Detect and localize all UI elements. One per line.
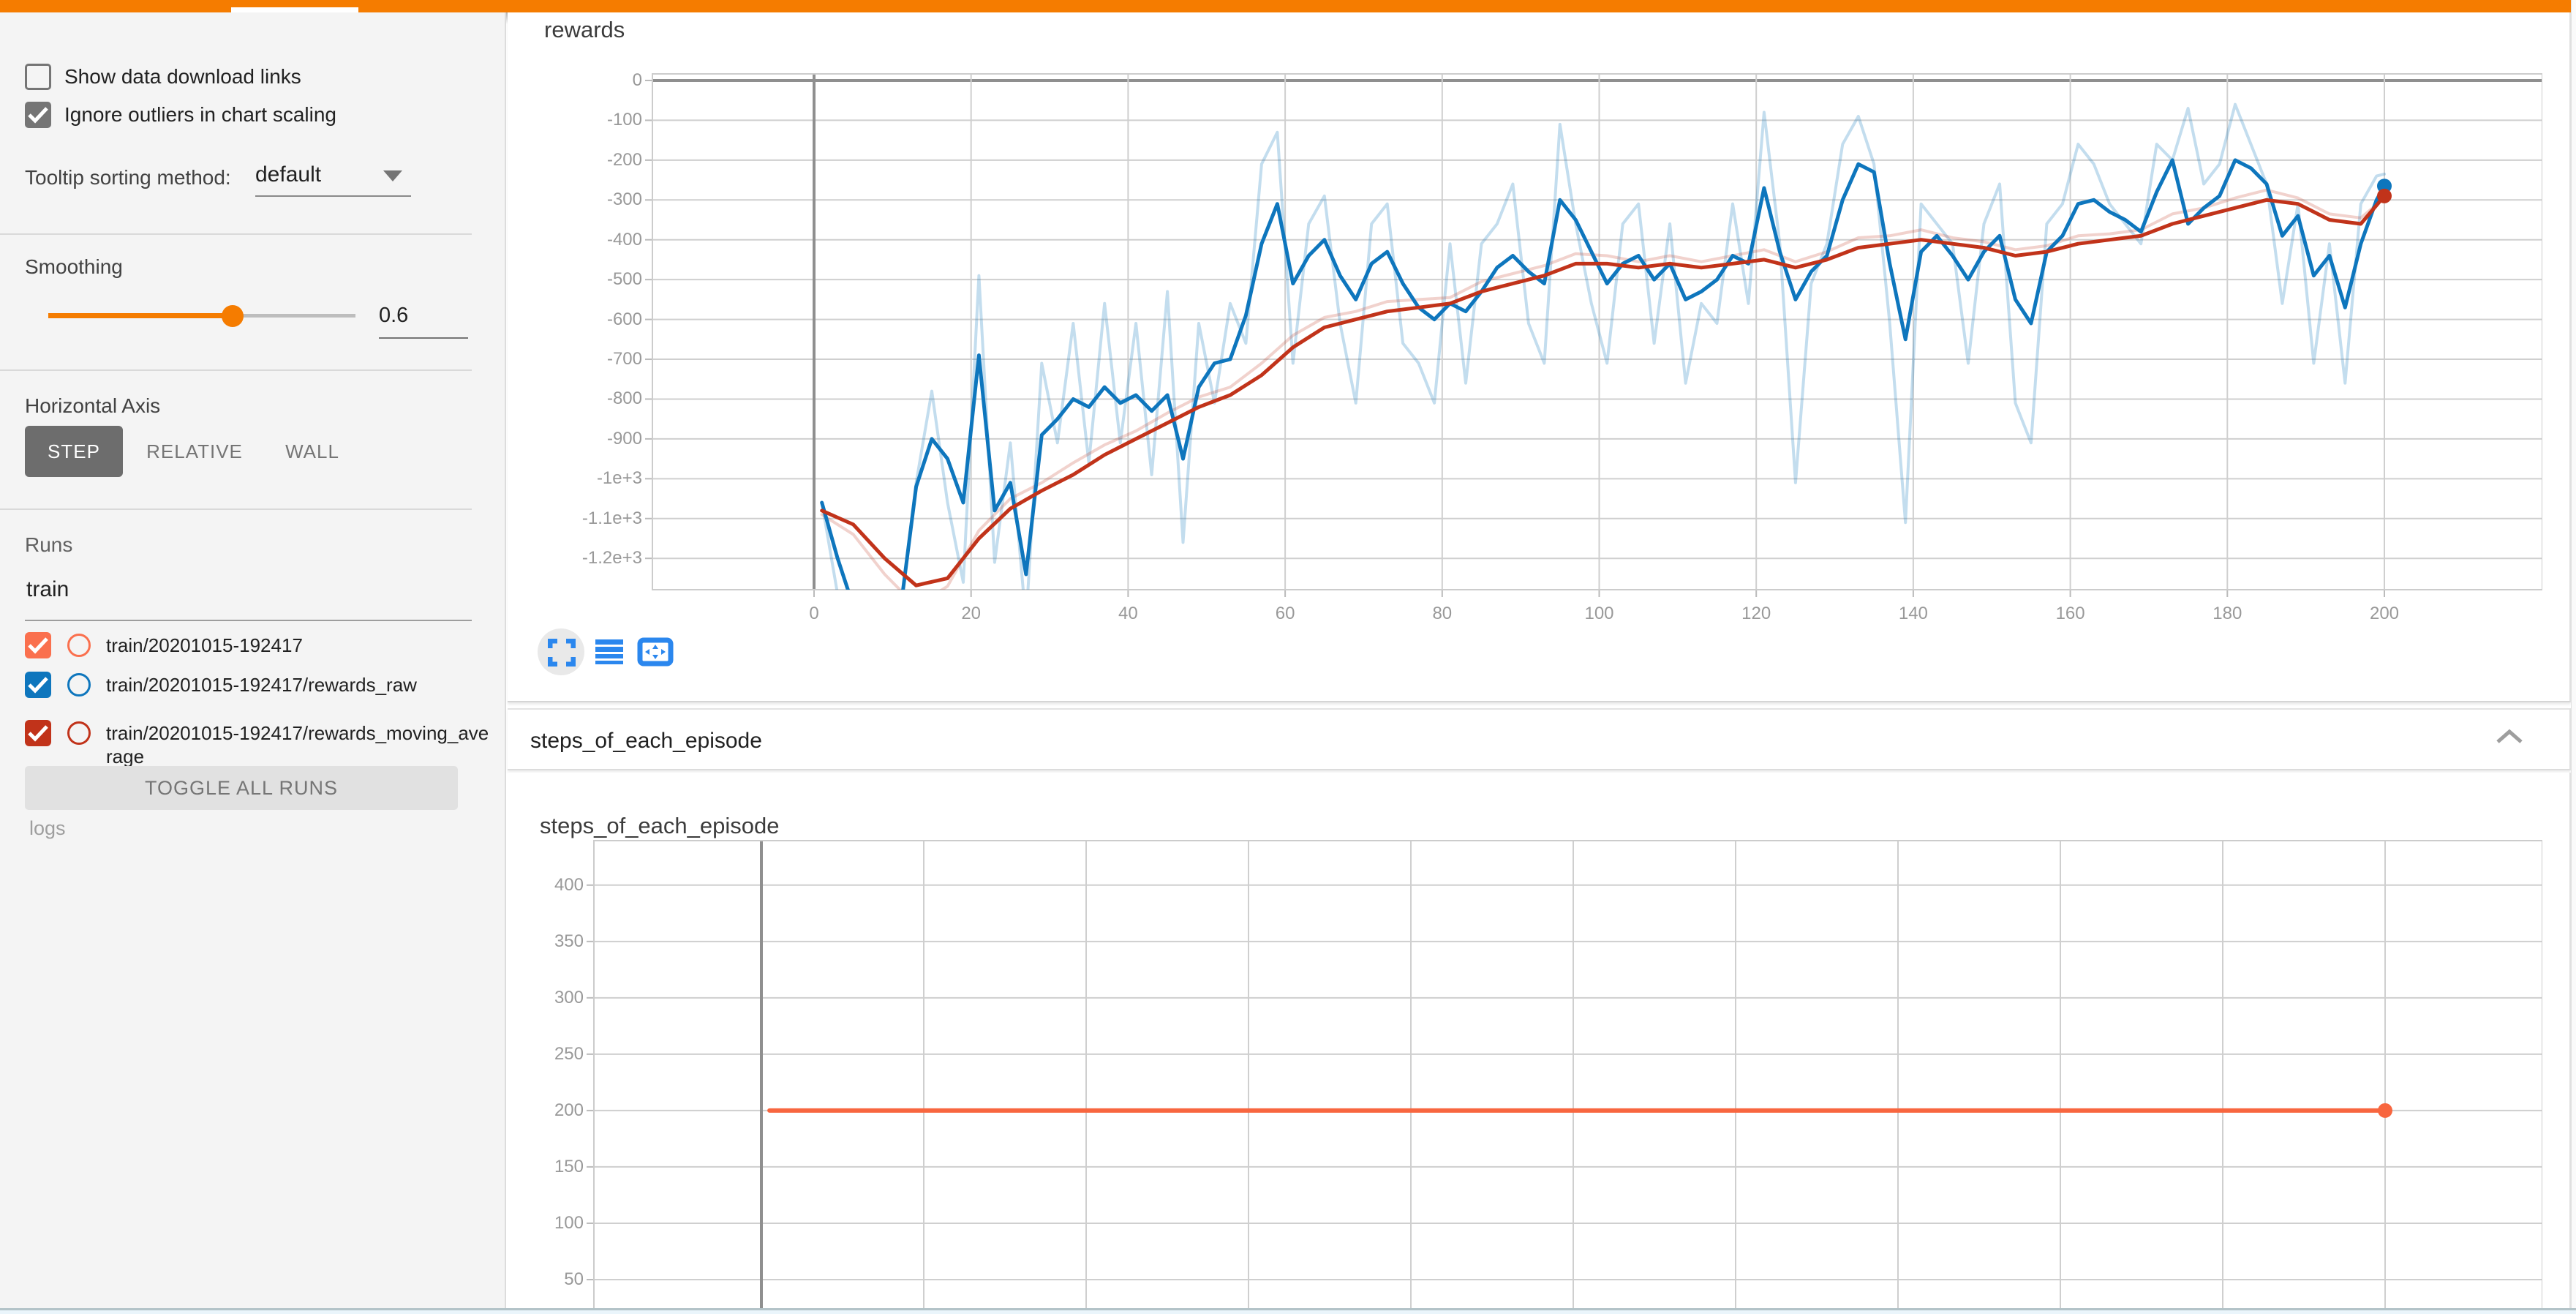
steps-chart-plot[interactable]: [585, 840, 2542, 1314]
expand-card-icon[interactable]: [548, 639, 576, 667]
steps-y-tick-label: 50: [489, 1269, 584, 1291]
steps-chart-title: steps_of_each_episode: [540, 813, 779, 839]
steps-y-tick-label: 100: [489, 1212, 584, 1234]
steps-y-tick-label: 350: [489, 931, 584, 953]
top-app-bar: [0, 0, 2571, 12]
rewards-y-tick-label: -1e+3: [547, 468, 642, 489]
ignore-outliers-checkbox[interactable]: [25, 102, 51, 128]
axis-step-button[interactable]: STEP: [25, 426, 123, 477]
rewards-x-tick-label: 160: [2034, 603, 2107, 625]
rewards-y-tick-label: -1.1e+3: [547, 508, 642, 530]
run-checkbox[interactable]: [25, 672, 51, 698]
axis-relative-button[interactable]: RELATIVE: [143, 426, 246, 477]
section-title: steps_of_each_episode: [530, 729, 762, 754]
smoothing-label: Smoothing: [25, 255, 123, 279]
rewards-y-tick-label: -1.2e+3: [547, 547, 642, 569]
checkmark-icon: [27, 635, 49, 656]
active-tab-underline: [231, 7, 358, 12]
smoothing-slider-thumb[interactable]: [222, 305, 244, 327]
ignore-outliers-label: Ignore outliers in chart scaling: [64, 103, 336, 127]
rewards-y-tick-label: 0: [547, 70, 642, 91]
page-scrollbar[interactable]: [2571, 0, 2576, 1314]
rewards-y-tick-label: -400: [547, 229, 642, 251]
checkmark-icon: [27, 723, 49, 743]
sidebar-divider: [0, 369, 472, 371]
smoothing-value[interactable]: 0.6: [379, 304, 468, 328]
horizontal-axis-label: Horizontal Axis: [25, 394, 160, 418]
tooltip-sorting-label: Tooltip sorting method:: [25, 166, 231, 189]
rewards-x-tick-label: 120: [1720, 603, 1793, 625]
run-label: train/20201015-192417: [106, 634, 494, 657]
rewards-y-tick-label: -900: [547, 428, 642, 450]
rewards-x-tick-label: 180: [2191, 603, 2264, 625]
rewards-y-tick-label: -100: [547, 109, 642, 131]
rewards-x-tick-label: 200: [2348, 603, 2421, 625]
runs-filter-underline: [25, 620, 472, 621]
steps-y-tick-label: 150: [489, 1156, 584, 1178]
run-checkbox[interactable]: [25, 632, 51, 658]
smoothing-value-underline: [379, 337, 468, 339]
rewards-x-tick-label: 80: [1406, 603, 1479, 625]
rewards-y-tick-label: -200: [547, 149, 642, 171]
steps-y-tick-label: 400: [489, 874, 584, 896]
rewards-y-tick-label: -600: [547, 309, 642, 331]
fit-domain-to-data-icon[interactable]: [637, 637, 674, 667]
runs-selector-lines-icon[interactable]: [595, 639, 623, 666]
rewards-x-tick-label: 100: [1563, 603, 1636, 625]
steps-y-tick-label: 300: [489, 987, 584, 1009]
smoothing-slider-fill: [48, 313, 233, 318]
show-download-links-label: Show data download links: [64, 65, 301, 89]
run-checkbox[interactable]: [25, 720, 51, 746]
run-label: train/20201015-192417/rewards_moving_ave…: [106, 721, 494, 768]
rewards-x-tick-label: 140: [1877, 603, 1950, 625]
show-download-links-checkbox[interactable]: [25, 64, 51, 90]
sidebar-divider: [0, 233, 472, 235]
rewards-x-tick-label: 20: [935, 603, 1008, 625]
checkmark-icon: [27, 105, 49, 125]
runs-filter-input[interactable]: train: [26, 577, 69, 602]
rewards-x-tick-label: 0: [777, 603, 851, 625]
rewards-x-tick-label: 40: [1091, 603, 1164, 625]
viewport-bottom-strip: [0, 1310, 2576, 1314]
run-color-circle[interactable]: [67, 673, 91, 697]
runs-label: Runs: [25, 533, 72, 557]
checkmark-icon: [27, 675, 49, 695]
run-color-circle[interactable]: [67, 634, 91, 657]
section-header-steps-of-each-episode[interactable]: steps_of_each_episode: [508, 708, 2571, 770]
steps-y-tick-label: 250: [489, 1043, 584, 1065]
rewards-y-tick-label: -300: [547, 189, 642, 211]
chevron-up-icon[interactable]: [2493, 727, 2526, 746]
sidebar-divider: [0, 508, 472, 510]
tooltip-sorting-dropdown[interactable]: default: [255, 162, 321, 187]
run-color-circle[interactable]: [67, 721, 91, 745]
dropdown-underline: [255, 195, 411, 197]
rewards-y-tick-label: -500: [547, 269, 642, 290]
rewards-y-tick-label: -800: [547, 388, 642, 410]
logs-path-label: logs: [29, 817, 66, 840]
steps-y-tick-label: 200: [489, 1100, 584, 1122]
rewards-chart-title: rewards: [544, 17, 625, 43]
dropdown-caret-icon[interactable]: [383, 170, 402, 181]
run-label: train/20201015-192417/rewards_raw: [106, 673, 494, 697]
rewards-y-tick-label: -700: [547, 348, 642, 370]
axis-wall-button[interactable]: WALL: [279, 426, 345, 477]
tensorboard-app: Show data download links Ignore outliers…: [0, 0, 2576, 1314]
rewards-x-tick-label: 60: [1249, 603, 1322, 625]
toggle-all-runs-button[interactable]: TOGGLE ALL RUNS: [25, 766, 458, 810]
rewards-chart-plot[interactable]: [644, 73, 2542, 601]
settings-sidebar: Show data download links Ignore outliers…: [0, 12, 506, 1314]
